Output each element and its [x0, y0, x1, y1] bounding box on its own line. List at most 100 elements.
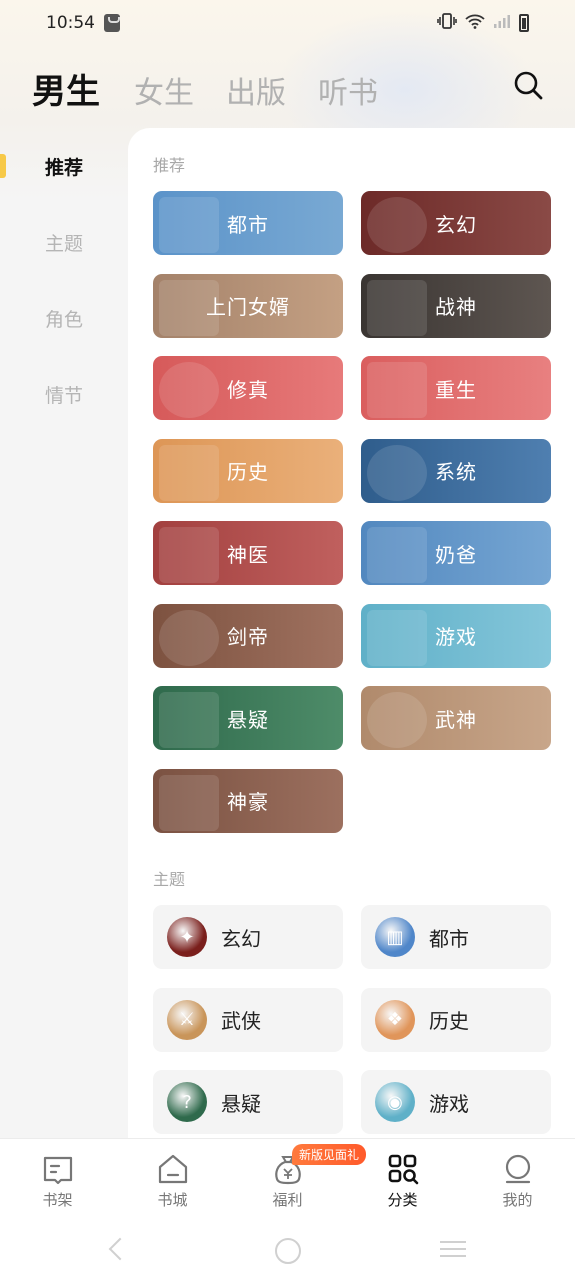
- promo-badge: 新版见面礼: [292, 1144, 367, 1165]
- tab-female[interactable]: 女生: [134, 68, 194, 112]
- sidebar: 推荐 主题 角色 情节: [0, 128, 128, 432]
- category-card[interactable]: 游戏: [361, 603, 551, 668]
- menu-icon[interactable]: [440, 1241, 466, 1262]
- category-card-illustration: [367, 197, 427, 253]
- sidebar-item-plot[interactable]: 情节: [0, 356, 128, 432]
- tab-male[interactable]: 男生: [32, 64, 100, 113]
- nav-label-bookshelf: 书架: [42, 1191, 73, 1209]
- theme-card-label: 玄幻: [221, 926, 261, 951]
- status-bar: 10:54: [0, 0, 575, 48]
- signal-icon: [493, 13, 511, 33]
- theme-card-label: 游戏: [429, 1091, 469, 1116]
- category-card[interactable]: 都市: [153, 191, 343, 255]
- category-card-label: 神豪: [227, 790, 269, 814]
- category-card-illustration: [367, 692, 427, 748]
- sidebar-item-theme[interactable]: 主题: [0, 204, 128, 280]
- theme-card-label: 历史: [429, 1009, 469, 1033]
- theme-card[interactable]: ▥ 都市: [361, 905, 551, 969]
- city-icon: ▥: [375, 917, 415, 957]
- bottom-nav: 书架 书城 福利 分类 我的 新版见面礼: [0, 1138, 575, 1219]
- shopping-bag-icon: [104, 14, 120, 32]
- theme-card-label: 武侠: [221, 1009, 261, 1033]
- tab-audiobook[interactable]: 听书: [318, 68, 378, 112]
- system-navigation-bar: [0, 1218, 575, 1280]
- profile-icon: [502, 1153, 534, 1185]
- category-card[interactable]: 武神: [361, 686, 551, 750]
- category-card[interactable]: 神豪: [153, 768, 343, 833]
- mystery-icon: ?: [167, 1082, 207, 1122]
- section-title-recommend: 推荐: [153, 156, 186, 175]
- category-card-label: 游戏: [435, 625, 477, 649]
- nav-label-category: 分类: [387, 1191, 418, 1209]
- nav-bookshelf[interactable]: 书架: [0, 1139, 115, 1219]
- category-card[interactable]: 战神: [361, 273, 551, 338]
- category-card-illustration: [159, 362, 219, 418]
- category-card-label: 武神: [435, 707, 477, 732]
- theme-card[interactable]: ⚔ 武侠: [153, 987, 343, 1052]
- category-card-illustration: [159, 609, 219, 666]
- category-card-label: 神医: [227, 542, 269, 567]
- tab-publish[interactable]: 出版: [226, 68, 286, 112]
- theme-card-label: 都市: [429, 926, 469, 951]
- sidebar-item-recommend[interactable]: 推荐: [0, 128, 128, 204]
- section-title-theme: 主题: [153, 870, 186, 889]
- nav-label-profile: 我的: [502, 1191, 533, 1209]
- category-card-illustration: [159, 527, 219, 583]
- theme-card[interactable]: ◉ 游戏: [361, 1070, 551, 1134]
- channel-tabs: 男生 女生 出版 听书: [32, 64, 410, 113]
- theme-card-label: 悬疑: [221, 1091, 261, 1116]
- nav-label-welfare: 福利: [272, 1191, 303, 1209]
- status-time: 10:54: [46, 13, 95, 33]
- category-icon: [387, 1153, 419, 1185]
- sidebar-item-role[interactable]: 角色: [0, 280, 128, 356]
- category-card[interactable]: 系统: [361, 438, 551, 503]
- nav-bookstore[interactable]: 书城: [115, 1139, 230, 1219]
- category-card-label: 上门女婿: [206, 295, 290, 319]
- category-card[interactable]: 修真: [153, 356, 343, 420]
- bookstore-icon: [157, 1153, 189, 1185]
- category-card-label: 历史: [227, 460, 269, 484]
- category-card-illustration: [159, 197, 219, 253]
- category-card[interactable]: 奶爸: [361, 521, 551, 585]
- category-card-illustration: [367, 609, 427, 666]
- theme-card[interactable]: ✦ 玄幻: [153, 905, 343, 969]
- category-card-illustration: [367, 444, 427, 501]
- game-icon: ◉: [375, 1082, 415, 1122]
- battery-icon: [519, 14, 529, 32]
- status-icons: [437, 13, 529, 33]
- wifi-icon: [465, 13, 485, 33]
- category-content[interactable]: 推荐 都市 玄幻 上门女婿 战神 修真 重生 历史 系统 神医 奶爸 剑帝 游戏 悬疑 武神 神豪 主题 ✦…: [128, 128, 575, 1138]
- category-card-illustration: [367, 362, 427, 418]
- category-card-illustration: [367, 527, 427, 583]
- category-card-label: 剑帝: [227, 625, 269, 649]
- theme-card[interactable]: ? 悬疑: [153, 1070, 343, 1134]
- martial-icon: ⚔: [167, 999, 207, 1040]
- category-card[interactable]: 神医: [153, 521, 343, 585]
- bookshelf-icon: [42, 1153, 74, 1185]
- nav-label-bookstore: 书城: [157, 1191, 188, 1209]
- category-card-label: 悬疑: [227, 707, 269, 732]
- category-card[interactable]: 上门女婿: [153, 273, 343, 338]
- category-card[interactable]: 悬疑: [153, 686, 343, 750]
- theme-card[interactable]: ❖ 历史: [361, 987, 551, 1052]
- category-card[interactable]: 剑帝: [153, 603, 343, 668]
- search-icon[interactable]: [513, 70, 543, 100]
- category-card-label: 修真: [227, 377, 269, 402]
- nav-profile[interactable]: 我的: [460, 1139, 575, 1219]
- category-card[interactable]: 重生: [361, 356, 551, 420]
- category-card-illustration: [159, 774, 219, 831]
- category-card-label: 战神: [435, 295, 477, 319]
- category-card-label: 系统: [435, 460, 477, 484]
- category-card-label: 都市: [227, 212, 269, 237]
- category-card-illustration: [367, 279, 427, 336]
- fantasy-icon: ✦: [167, 917, 207, 957]
- category-card-label: 奶爸: [435, 542, 477, 567]
- category-card-label: 玄幻: [435, 212, 477, 237]
- back-icon[interactable]: [108, 1237, 132, 1261]
- home-icon[interactable]: [275, 1238, 301, 1264]
- vibrate-icon: [437, 13, 457, 33]
- category-card[interactable]: 玄幻: [361, 191, 551, 255]
- category-card[interactable]: 历史: [153, 438, 343, 503]
- category-card-illustration: [159, 444, 219, 501]
- category-card-label: 重生: [435, 377, 477, 402]
